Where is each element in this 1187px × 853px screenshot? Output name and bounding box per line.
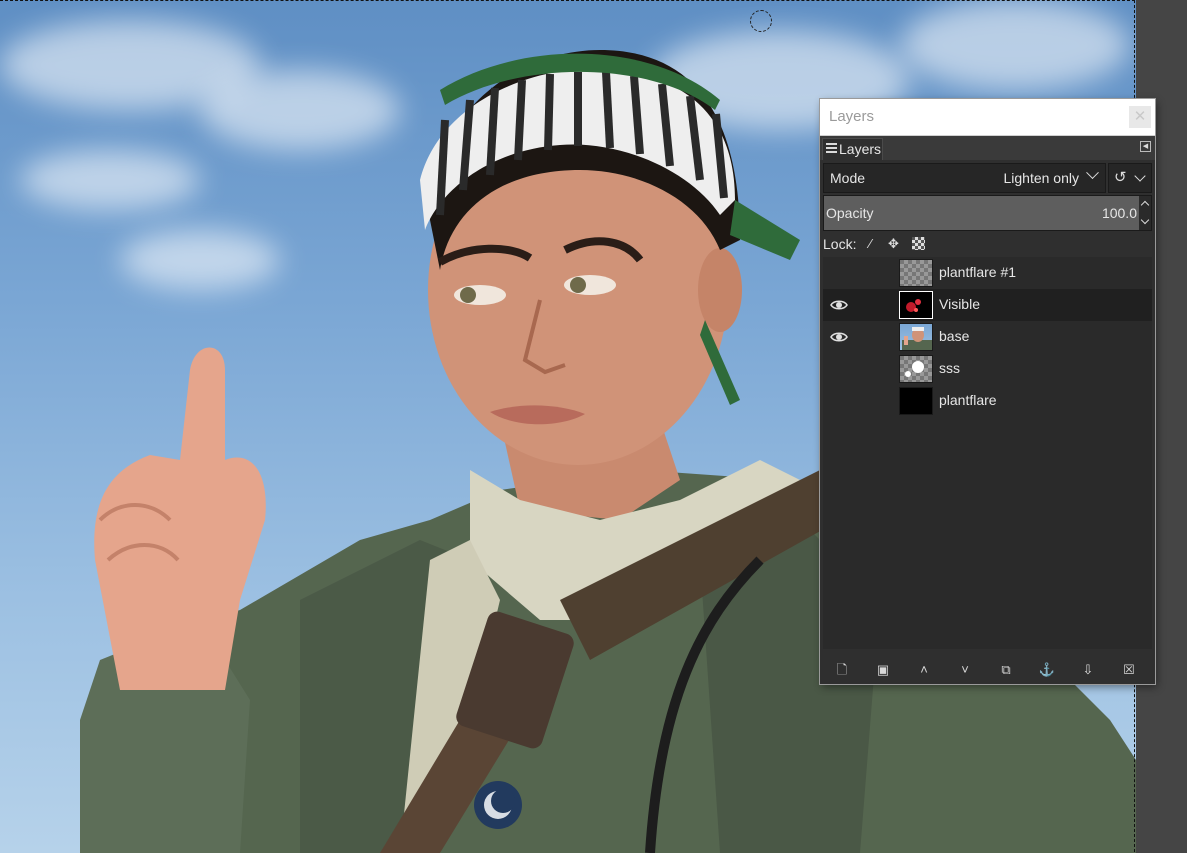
layers-dialog: Layers ✕ Layers ◀ Mode Lighten only ↺ Op… [820, 99, 1155, 684]
mode-label: Mode [830, 170, 866, 186]
layer-thumbnail[interactable] [899, 323, 933, 351]
layer-name[interactable]: plantflare #1 [939, 264, 1016, 280]
dialog-titlebar[interactable]: Layers ✕ [820, 99, 1155, 136]
move-icon[interactable]: ✥ [887, 237, 900, 250]
layer-row[interactable]: plantflare #1 [823, 257, 1152, 289]
visibility-toggle[interactable] [830, 360, 848, 378]
layers-stack-icon [826, 143, 837, 155]
duplicate-layer-icon[interactable]: ⧉ [997, 661, 1015, 679]
dock-tab-bar: Layers ◀ [820, 136, 1155, 160]
eye-icon[interactable] [830, 328, 848, 346]
dialog-title: Layers [829, 108, 875, 125]
layer-row[interactable]: Visible [823, 289, 1152, 321]
opacity-slider[interactable]: Opacity 100.0 [823, 195, 1152, 231]
close-icon[interactable]: ✕ [1129, 106, 1151, 128]
layer-row[interactable]: plantflare [823, 385, 1152, 417]
layer-name[interactable]: sss [939, 360, 960, 376]
layer-name[interactable]: base [939, 328, 969, 344]
lower-layer-icon[interactable]: ˅ [956, 661, 974, 679]
lock-label: Lock: [823, 236, 857, 252]
mode-reset-button[interactable]: ↺ [1108, 163, 1152, 193]
layer-name[interactable]: plantflare [939, 392, 997, 408]
tab-menu-icon[interactable]: ◀ [1140, 141, 1151, 152]
chevron-up-icon[interactable] [1140, 200, 1150, 210]
paintbrush-icon[interactable]: ⁄ [864, 237, 877, 250]
layer-row[interactable]: sss [823, 353, 1152, 385]
layer-thumbnail[interactable] [899, 387, 933, 415]
new-group-icon[interactable]: ▣ [874, 661, 892, 679]
mode-value: Lighten only [1003, 170, 1079, 186]
mode-select[interactable]: Mode Lighten only [823, 163, 1106, 193]
chevron-down-icon[interactable] [1140, 215, 1150, 225]
opacity-value: 100.0 [1101, 205, 1137, 221]
raise-layer-icon[interactable]: ˄ [915, 661, 933, 679]
layer-thumbnail[interactable] [899, 259, 933, 287]
brush-outline-cursor [750, 10, 772, 32]
lock-row: Lock: ⁄ ✥ [823, 235, 1023, 255]
layer-list[interactable]: plantflare #1 Visible base sss plantflare [823, 257, 1152, 649]
reset-icon: ↺ [1114, 169, 1127, 186]
delete-layer-icon[interactable]: ☒ [1120, 661, 1138, 679]
tab-layers[interactable]: Layers [822, 138, 883, 160]
visibility-toggle[interactable] [830, 264, 848, 282]
opacity-label: Opacity [826, 205, 874, 221]
opacity-spin-buttons[interactable] [1139, 196, 1151, 230]
layers-button-bar: 🗋 ▣ ˄ ˅ ⧉ ⚓ ⇩ ☒ [820, 655, 1155, 684]
new-layer-icon[interactable]: 🗋 [833, 661, 851, 679]
visibility-toggle[interactable] [830, 392, 848, 410]
tab-layers-label: Layers [839, 141, 882, 157]
layer-thumbnail[interactable] [899, 355, 933, 383]
chevron-down-icon [1134, 170, 1146, 182]
alpha-checker-icon[interactable] [912, 237, 925, 250]
chevron-down-icon [1086, 166, 1099, 180]
merge-down-icon[interactable]: ⇩ [1079, 661, 1097, 679]
layer-thumbnail[interactable] [899, 291, 933, 319]
layer-name[interactable]: Visible [939, 296, 980, 312]
layer-row[interactable]: base [823, 321, 1152, 353]
eye-icon[interactable] [830, 296, 848, 314]
anchor-layer-icon[interactable]: ⚓ [1038, 661, 1056, 679]
